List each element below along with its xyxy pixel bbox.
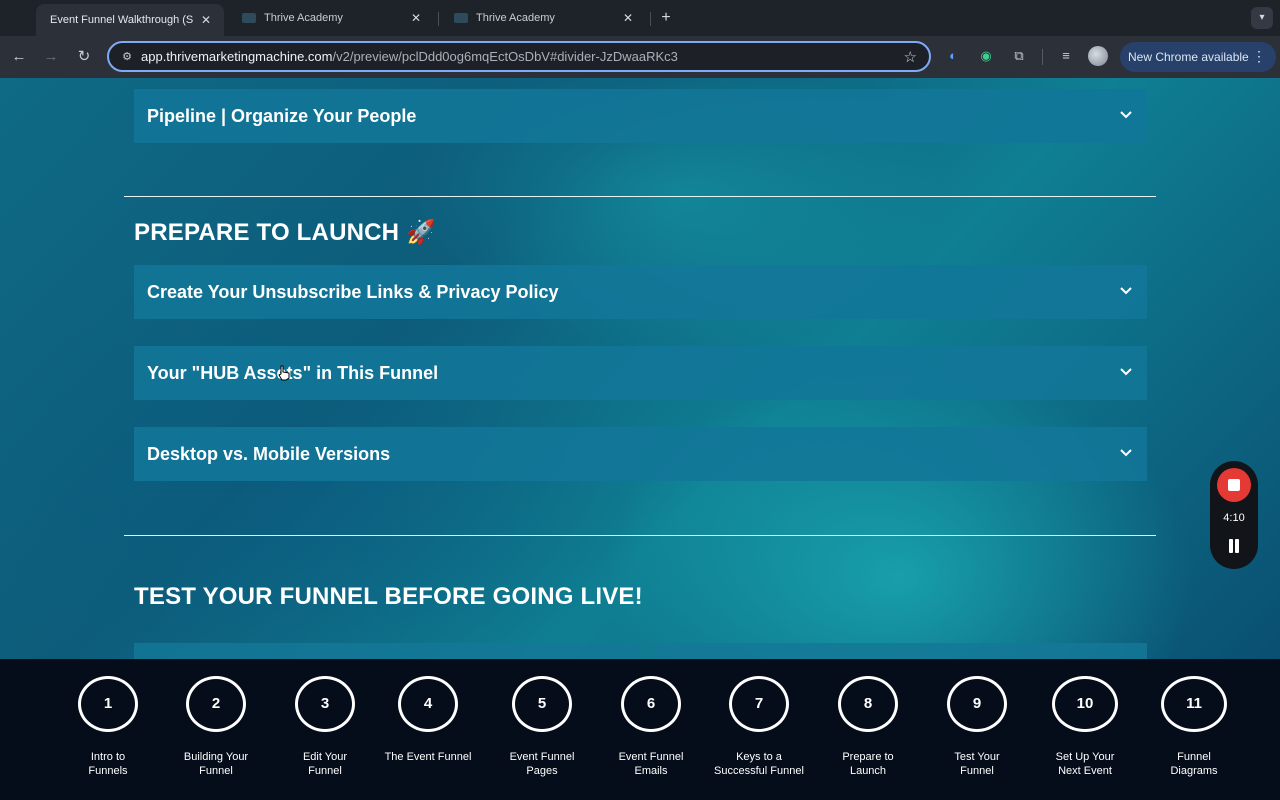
new-tab-plus-icon[interactable]: + bbox=[656, 8, 676, 28]
step-number: 9 bbox=[947, 676, 1007, 732]
step-3[interactable]: 3 Edit Your Funnel bbox=[270, 676, 380, 778]
update-label: New Chrome available bbox=[1128, 50, 1249, 64]
step-number: 5 bbox=[512, 676, 572, 732]
tab-thrive-academy-2[interactable]: Thrive Academy ✕ bbox=[440, 4, 646, 32]
chevron-down-icon bbox=[1120, 368, 1132, 376]
address-bar[interactable]: ⚙ app.thrivemarketingmachine.com/v2/prev… bbox=[107, 41, 931, 72]
accordion-title: Create Your Unsubscribe Links & Privacy … bbox=[147, 281, 559, 302]
step-6[interactable]: 6 Event Funnel Emails bbox=[596, 676, 706, 778]
url-text: app.thrivemarketingmachine.com/v2/previe… bbox=[141, 49, 678, 64]
step-number: 6 bbox=[621, 676, 681, 732]
accordion-pipeline[interactable]: Pipeline | Organize Your People bbox=[134, 89, 1147, 143]
step-label: Keys to a Successful Funnel bbox=[714, 751, 804, 777]
screen-recorder-widget: 4:10 bbox=[1210, 461, 1258, 569]
page-content: Pipeline | Organize Your People PREPARE … bbox=[0, 78, 1280, 659]
partial-card-right[interactable] bbox=[654, 643, 1147, 659]
step-label: Funnel Diagrams bbox=[1170, 751, 1218, 777]
chevron-down-icon bbox=[1120, 111, 1132, 119]
step-number: 3 bbox=[295, 676, 355, 732]
step-number: 7 bbox=[729, 676, 789, 732]
tab-search-chevron-icon[interactable]: ▾ bbox=[1251, 7, 1273, 29]
step-label: Intro to Funnels bbox=[88, 751, 128, 777]
thrive-favicon-icon bbox=[242, 13, 256, 23]
step-9[interactable]: 9 Test Your Funnel bbox=[922, 676, 1032, 778]
close-icon[interactable]: ✕ bbox=[620, 11, 636, 25]
step-label: Edit Your Funnel bbox=[302, 751, 348, 777]
step-8[interactable]: 8 Prepare to Launch bbox=[813, 676, 923, 778]
pause-icon[interactable] bbox=[1227, 539, 1241, 553]
profile-avatar[interactable] bbox=[1088, 46, 1108, 66]
tab-thrive-academy-1[interactable]: Thrive Academy ✕ bbox=[228, 4, 434, 32]
accordion-title: Desktop vs. Mobile Versions bbox=[147, 443, 391, 464]
accordion-desktop-vs-mobile[interactable]: Desktop vs. Mobile Versions bbox=[134, 427, 1147, 481]
step-label: Event Funnel Emails bbox=[618, 751, 684, 777]
forward-arrow-icon[interactable]: → bbox=[40, 46, 62, 68]
reload-icon[interactable]: ↻ bbox=[73, 46, 95, 68]
step-11[interactable]: 11 Funnel Diagrams bbox=[1139, 676, 1249, 778]
section-heading-test-your-funnel: TEST YOUR FUNNEL BEFORE GOING LIVE! bbox=[134, 583, 643, 610]
hand-cursor-icon bbox=[278, 365, 290, 381]
back-arrow-icon[interactable]: ← bbox=[8, 46, 30, 68]
tab-title: Event Funnel Walkthrough (S bbox=[50, 14, 194, 26]
chevron-down-icon bbox=[1120, 287, 1132, 295]
accordion-title: Pipeline | Organize Your People bbox=[147, 105, 417, 126]
step-number: 8 bbox=[838, 676, 898, 732]
course-step-navigation: 1 Intro to Funnels 2 Building Your Funne… bbox=[0, 659, 1280, 800]
site-info-icon[interactable]: ⚙ bbox=[119, 49, 135, 65]
step-label: Test Your Funnel bbox=[954, 751, 1000, 777]
close-icon[interactable]: ✕ bbox=[198, 13, 214, 27]
step-label: The Event Funnel bbox=[384, 751, 472, 763]
url-host: app.thrivemarketingmachine.com bbox=[141, 49, 333, 64]
step-label: Building Your Funnel bbox=[183, 751, 249, 777]
stop-recording-button[interactable] bbox=[1217, 468, 1251, 502]
reading-list-icon[interactable]: ≡ bbox=[1056, 46, 1076, 66]
url-path: /v2/preview/pclDdd0og6mqEctOsDbV#divider… bbox=[332, 49, 678, 64]
accordion-title: Your "HUB Assets" in This Funnel bbox=[147, 362, 439, 383]
step-1[interactable]: 1 Intro to Funnels bbox=[53, 676, 163, 778]
close-icon[interactable]: ✕ bbox=[408, 11, 424, 25]
step-4[interactable]: 4 The Event Funnel bbox=[373, 676, 483, 764]
step-10[interactable]: 10 Set Up Your Next Event bbox=[1030, 676, 1140, 778]
section-divider bbox=[124, 535, 1156, 536]
section-divider bbox=[124, 196, 1156, 197]
browser-tab-bar: Event Funnel Walkthrough (S ✕ Thrive Aca… bbox=[0, 0, 1280, 36]
thrive-favicon-icon bbox=[454, 13, 468, 23]
step-number: 1 bbox=[78, 676, 138, 732]
step-number: 11 bbox=[1161, 676, 1227, 732]
chevron-down-icon bbox=[1120, 449, 1132, 457]
step-2[interactable]: 2 Building Your Funnel bbox=[161, 676, 271, 778]
step-number: 2 bbox=[186, 676, 246, 732]
accordion-unsubscribe-links[interactable]: Create Your Unsubscribe Links & Privacy … bbox=[134, 265, 1147, 319]
loom-extension-icon[interactable]: ◐ bbox=[943, 46, 963, 66]
step-label: Event Funnel Pages bbox=[509, 751, 575, 777]
step-number: 10 bbox=[1052, 676, 1118, 732]
bookmark-star-icon[interactable]: ☆ bbox=[904, 48, 917, 66]
extensions-puzzle-icon[interactable]: ⧉ bbox=[1009, 46, 1029, 66]
kebab-menu-icon[interactable]: ⋮ bbox=[1252, 49, 1266, 63]
section-heading-prepare-to-launch: PREPARE TO LAUNCH 🚀 bbox=[134, 219, 437, 246]
toolbar-separator bbox=[1042, 49, 1043, 65]
grammarly-extension-icon[interactable]: ◉ bbox=[976, 46, 996, 66]
tab-event-funnel-walkthrough[interactable]: Event Funnel Walkthrough (S ✕ bbox=[36, 4, 224, 36]
step-label: Set Up Your Next Event bbox=[1055, 751, 1115, 777]
tab-separator bbox=[650, 12, 651, 26]
step-label: Prepare to Launch bbox=[842, 751, 894, 777]
tab-title: Thrive Academy bbox=[264, 12, 343, 24]
recording-timer: 4:10 bbox=[1223, 512, 1245, 524]
browser-toolbar: ← → ↻ ⚙ app.thrivemarketingmachine.com/v… bbox=[0, 36, 1280, 78]
partial-card-left[interactable] bbox=[134, 643, 640, 659]
tab-separator bbox=[438, 12, 439, 26]
step-7[interactable]: 7 Keys to a Successful Funnel bbox=[704, 676, 814, 778]
tab-title: Thrive Academy bbox=[476, 12, 555, 24]
step-5[interactable]: 5 Event Funnel Pages bbox=[487, 676, 597, 778]
new-chrome-available-button[interactable]: New Chrome available ⋮ bbox=[1120, 42, 1276, 72]
step-number: 4 bbox=[398, 676, 458, 732]
